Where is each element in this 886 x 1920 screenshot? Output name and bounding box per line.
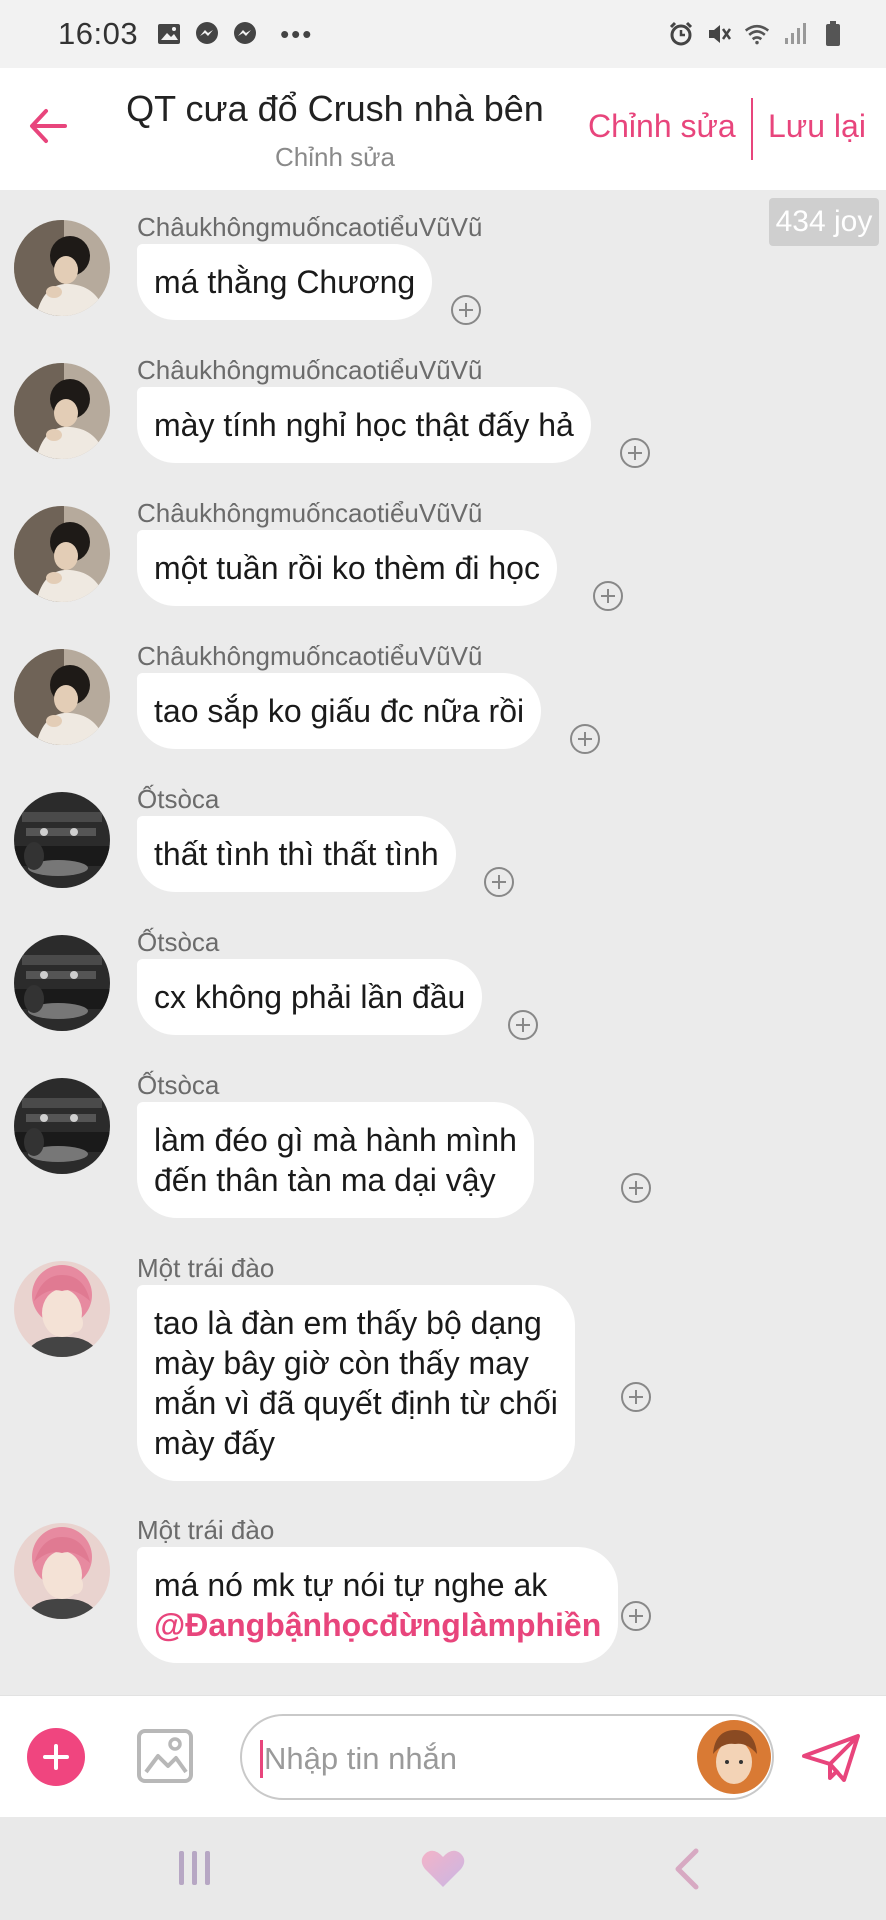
message-text: mày đấy <box>154 1425 275 1461</box>
mute-icon <box>706 21 732 47</box>
image-picker-button[interactable] <box>136 1728 194 1784</box>
sender-name: Một trái đào <box>137 1253 275 1283</box>
status-bar: 16:03 ••• <box>0 0 886 68</box>
nav-back-button[interactable] <box>670 1847 704 1896</box>
message-text: mày tính nghỉ học thật đấy hả <box>154 407 574 443</box>
message-bubble[interactable]: má nó mk tự nói tự nghe ak @Đangbậnhọcđừ… <box>137 1547 619 1663</box>
message-text: cx không phải lần đầu <box>154 979 466 1015</box>
add-reaction-icon[interactable] <box>621 1173 651 1203</box>
page-title: QT cưa đổ Crush nhà bên <box>126 88 544 129</box>
chat-header: QT cưa đổ Crush nhà bên Chỉnh sửa Chỉnh … <box>0 68 886 190</box>
message-bubble[interactable]: má thằng Chương <box>137 244 433 320</box>
message-bubble[interactable]: làm đéo gì mà hành mình đến thân tàn ma … <box>137 1102 534 1218</box>
add-button[interactable] <box>27 1728 85 1786</box>
gallery-icon <box>156 21 182 47</box>
message-bubble[interactable]: một tuần rồi ko thèm đi học <box>137 530 557 606</box>
add-reaction-icon[interactable] <box>620 438 650 468</box>
sender-name: Ốtsòca <box>137 1070 220 1100</box>
add-reaction-icon[interactable] <box>621 1382 651 1412</box>
plus-icon <box>43 1744 69 1770</box>
message-text: thất tình thì thất tình <box>154 836 439 872</box>
sender-name: Ốtsòca <box>137 784 220 814</box>
message-text: tao là đàn em thấy bộ dạng <box>154 1305 542 1341</box>
back-button[interactable] <box>26 104 70 148</box>
add-reaction-icon[interactable] <box>484 867 514 897</box>
message-text: đến thân tàn ma dại vậy <box>154 1162 496 1198</box>
back-icon <box>675 1848 699 1890</box>
sender-avatar[interactable] <box>14 1261 110 1357</box>
message-input-box[interactable] <box>240 1714 774 1800</box>
message-bubble[interactable]: tao là đàn em thấy bộ dạng mày bây giờ c… <box>137 1285 575 1481</box>
sender-name: Ốtsòca <box>137 927 220 957</box>
message-text: mày bây giờ còn thấy may <box>154 1345 529 1381</box>
signal-icon <box>782 21 808 47</box>
messenger-icon <box>194 21 220 47</box>
sender-avatar[interactable] <box>14 506 110 602</box>
recent-apps-button[interactable] <box>175 1847 215 1894</box>
alarm-icon <box>668 21 694 47</box>
chat-area[interactable]: 434 joy ChâukhôngmuốncaotiểuVũVũ má thằn… <box>0 190 886 1695</box>
add-reaction-icon[interactable] <box>570 724 600 754</box>
system-navigation-bar <box>0 1817 886 1920</box>
send-button[interactable] <box>800 1732 862 1784</box>
message-bubble[interactable]: cx không phải lần đầu <box>137 959 483 1035</box>
home-heart-icon <box>421 1850 465 1887</box>
message-text: má nó mk tự nói tự nghe ak <box>154 1567 548 1603</box>
sender-name: ChâukhôngmuốncaotiểuVũVũ <box>137 641 483 671</box>
edit-button[interactable]: Chỉnh sửa <box>588 108 736 145</box>
page-subtitle: Chỉnh sửa <box>274 142 396 172</box>
send-icon <box>802 1734 860 1782</box>
text-caret <box>260 1740 263 1778</box>
more-dots-icon: ••• <box>280 18 314 49</box>
joy-badge: 434 joy <box>769 198 879 246</box>
status-time: 16:03 <box>58 16 139 51</box>
add-reaction-icon[interactable] <box>593 581 623 611</box>
message-bubble[interactable]: tao sắp ko giấu đc nữa rồi <box>137 673 542 749</box>
message-composer <box>0 1695 886 1817</box>
back-arrow-icon <box>30 109 67 143</box>
message-bubble[interactable]: thất tình thì thất tình <box>137 816 456 892</box>
sender-name: Một trái đào <box>137 1515 275 1545</box>
status-left-icons: ••• <box>156 19 313 50</box>
title-block: QT cưa đổ Crush nhà bên Chỉnh sửa <box>110 88 560 173</box>
wifi-icon <box>744 21 770 47</box>
mention-link[interactable]: @Đangbậnhọcđừnglàmphiền <box>154 1605 601 1645</box>
recent-apps-icon <box>179 1851 210 1885</box>
message-text: má thằng Chương <box>154 264 416 300</box>
message-text: một tuần rồi ko thèm đi học <box>154 550 540 586</box>
message-input[interactable] <box>264 1734 684 1784</box>
home-button[interactable] <box>420 1847 466 1894</box>
header-divider <box>751 98 753 160</box>
message-text: làm đéo gì mà hành mình <box>154 1122 517 1158</box>
sender-avatar[interactable] <box>14 1078 110 1174</box>
messenger-icon <box>232 21 258 47</box>
message-bubble[interactable]: mày tính nghỉ học thật đấy hả <box>137 387 591 463</box>
add-reaction-icon[interactable] <box>451 295 481 325</box>
sender-name: ChâukhôngmuốncaotiểuVũVũ <box>137 212 483 242</box>
image-icon <box>137 1729 193 1783</box>
sender-name: ChâukhôngmuốncaotiểuVũVũ <box>137 355 483 385</box>
add-reaction-icon[interactable] <box>621 1601 651 1631</box>
battery-icon <box>820 21 846 47</box>
sender-avatar[interactable] <box>14 935 110 1031</box>
sender-avatar[interactable] <box>14 363 110 459</box>
message-text: mắn vì đã quyết định từ chối <box>154 1385 558 1421</box>
save-button[interactable]: Lưu lại <box>768 108 866 145</box>
status-right-icons <box>668 21 846 47</box>
add-reaction-icon[interactable] <box>508 1010 538 1040</box>
sender-avatar[interactable] <box>14 1523 110 1619</box>
message-text: tao sắp ko giấu đc nữa rồi <box>154 693 525 729</box>
sender-avatar[interactable] <box>14 649 110 745</box>
sender-avatar[interactable] <box>14 220 110 316</box>
sender-avatar[interactable] <box>14 792 110 888</box>
sender-name: ChâukhôngmuốncaotiểuVũVũ <box>137 498 483 528</box>
sticker-avatar-button[interactable] <box>697 1720 771 1794</box>
